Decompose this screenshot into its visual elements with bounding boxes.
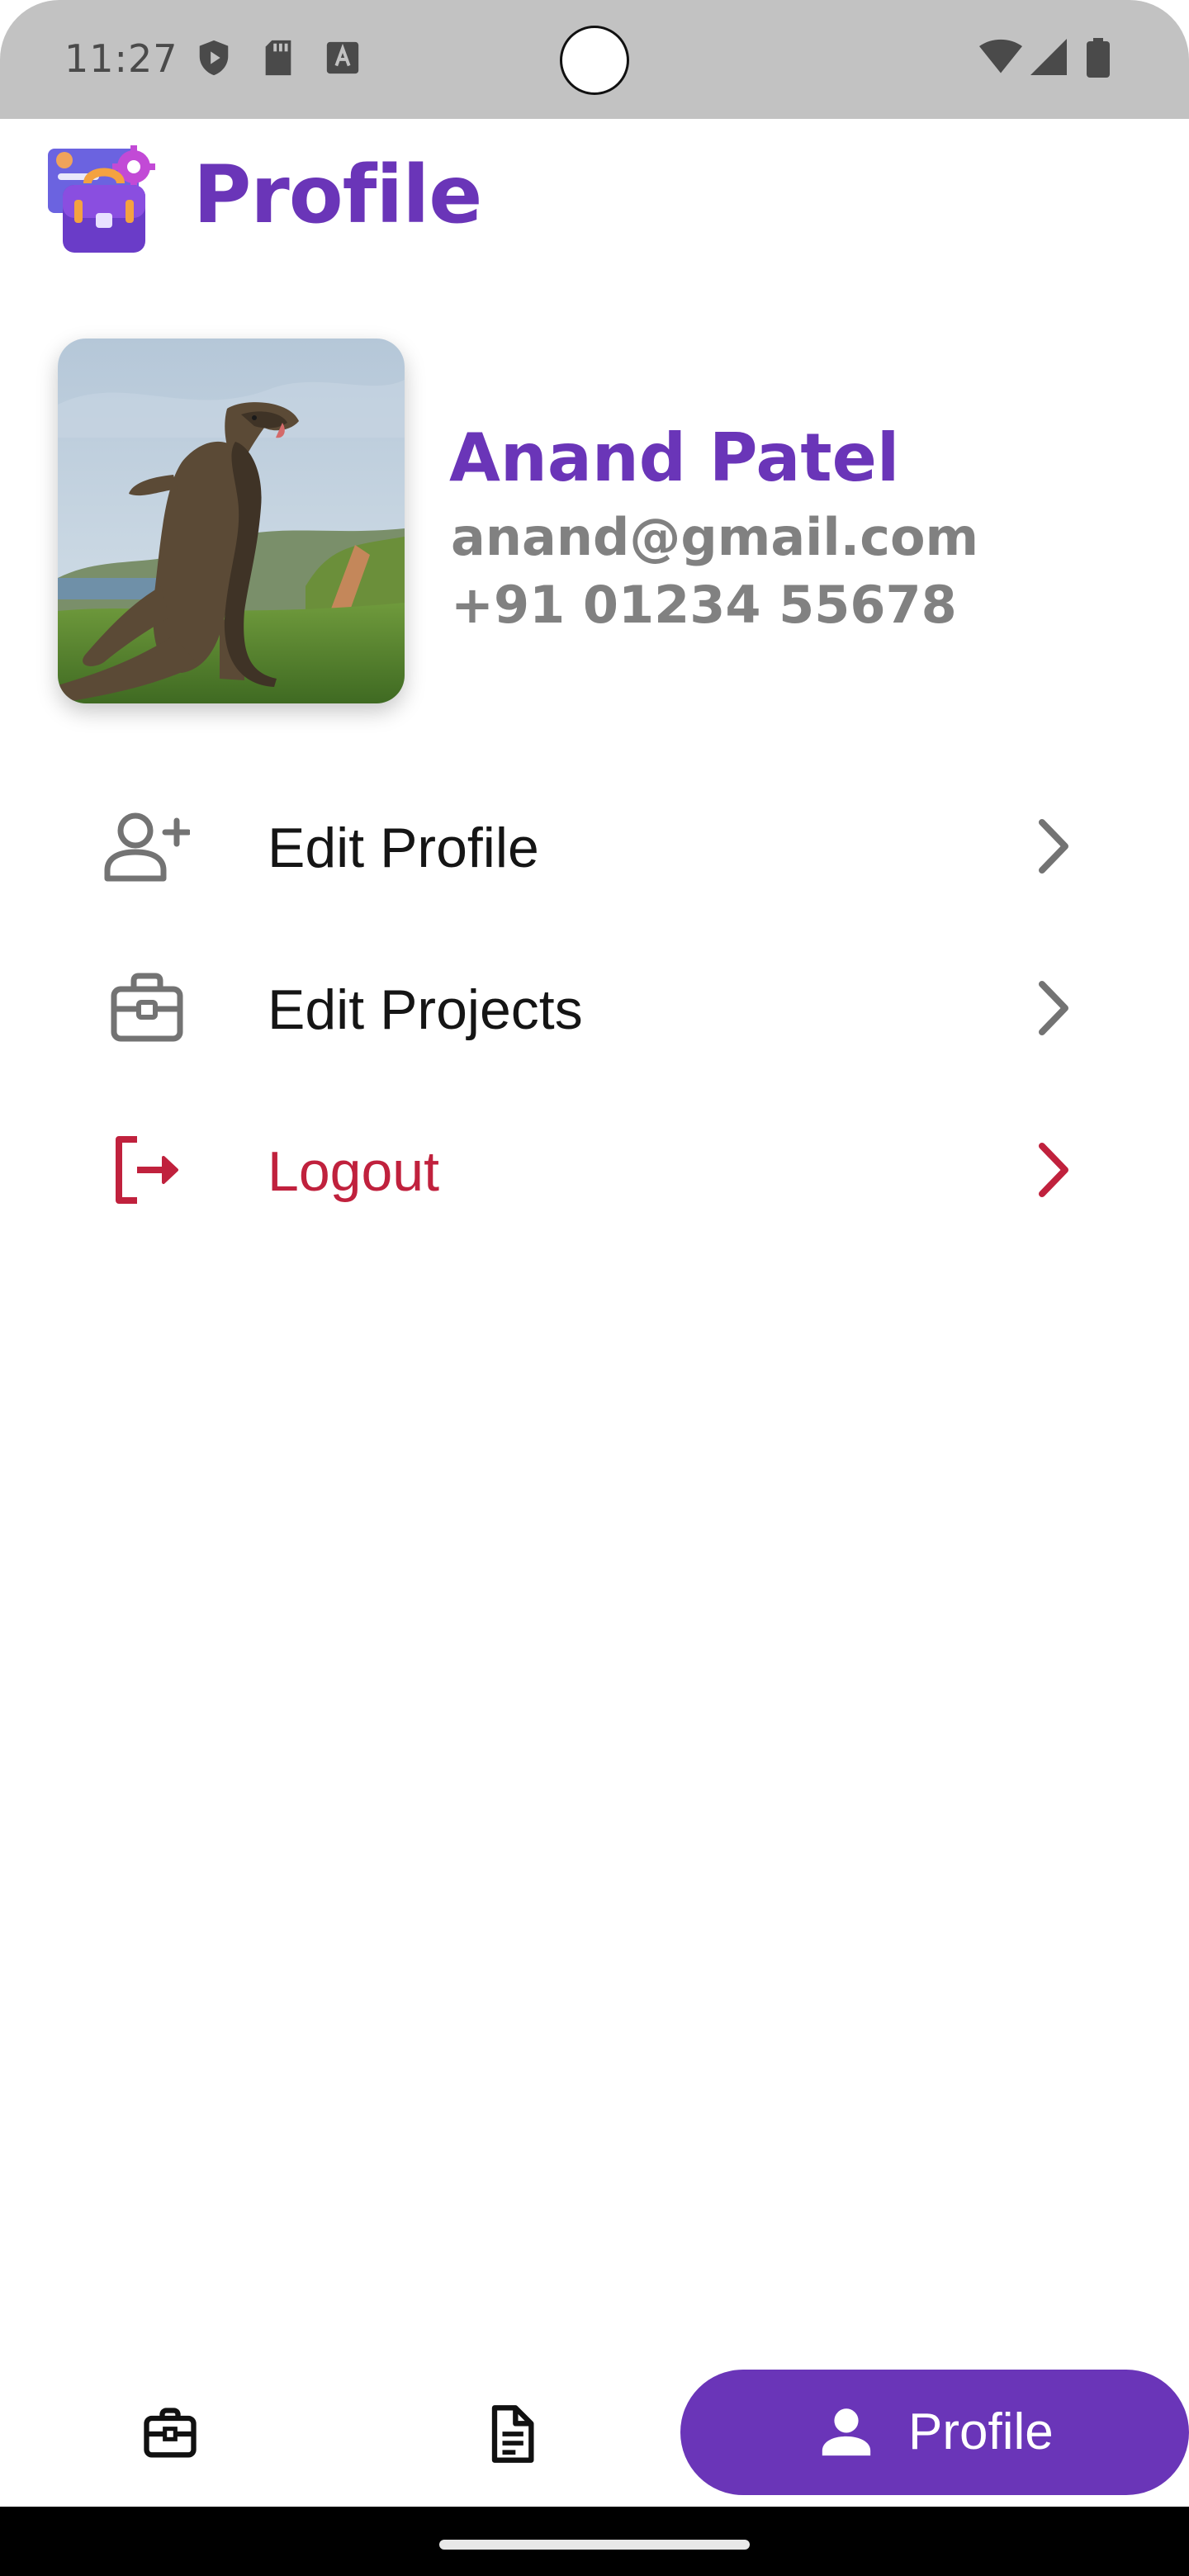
signal-icon <box>1030 39 1067 75</box>
menu-item-edit-profile[interactable]: Edit Profile <box>0 776 1189 916</box>
status-time: 11:27 <box>64 36 178 81</box>
wifi-icon <box>979 39 1022 73</box>
chevron-right-icon <box>1039 981 1068 1035</box>
menu-item-edit-projects[interactable]: Edit Projects <box>0 938 1189 1078</box>
play-protect-icon <box>199 40 229 76</box>
avatar-komodo-dragons-image <box>58 339 405 703</box>
page-title: Profile <box>193 149 482 241</box>
menu-label-logout: Logout <box>268 1140 439 1203</box>
nav-profile-button[interactable]: Profile <box>680 2370 1189 2495</box>
keyboard-a-icon <box>326 41 359 74</box>
chevron-right-icon <box>1039 1143 1068 1197</box>
person-icon <box>822 2408 871 2456</box>
menu-label-edit-profile: Edit Profile <box>268 817 539 879</box>
avatar[interactable] <box>58 339 405 703</box>
nav-projects-button[interactable] <box>139 2403 201 2465</box>
camera-cutout <box>560 26 629 95</box>
nav-profile-label: Profile <box>908 2403 1054 2460</box>
menu-label-edit-projects: Edit Projects <box>268 978 583 1041</box>
briefcase-gear-logo-icon <box>48 145 155 253</box>
menu-item-logout[interactable]: Logout <box>0 1100 1189 1240</box>
user-email: anand@gmail.com <box>451 507 979 567</box>
gesture-handle[interactable] <box>439 2540 750 2550</box>
chevron-right-icon <box>1039 819 1068 874</box>
briefcase-icon <box>111 973 183 1042</box>
add-user-icon <box>104 812 190 882</box>
system-gesture-bar <box>0 2507 1189 2576</box>
user-name: Anand Patel <box>449 419 900 496</box>
briefcase-icon <box>144 2408 197 2458</box>
user-phone: +91 01234 55678 <box>451 575 957 635</box>
bottom-navigation: Profile <box>0 2361 1189 2502</box>
nav-documents-button[interactable] <box>479 2403 542 2465</box>
status-bar: 11:27 <box>0 0 1189 119</box>
profile-screen: 11:27 Profile Anand Patel anand@gmail.co… <box>0 0 1189 2576</box>
document-icon <box>491 2405 534 2463</box>
battery-icon <box>1087 38 1110 78</box>
logout-icon <box>116 1136 178 1204</box>
sd-card-icon <box>265 40 291 76</box>
